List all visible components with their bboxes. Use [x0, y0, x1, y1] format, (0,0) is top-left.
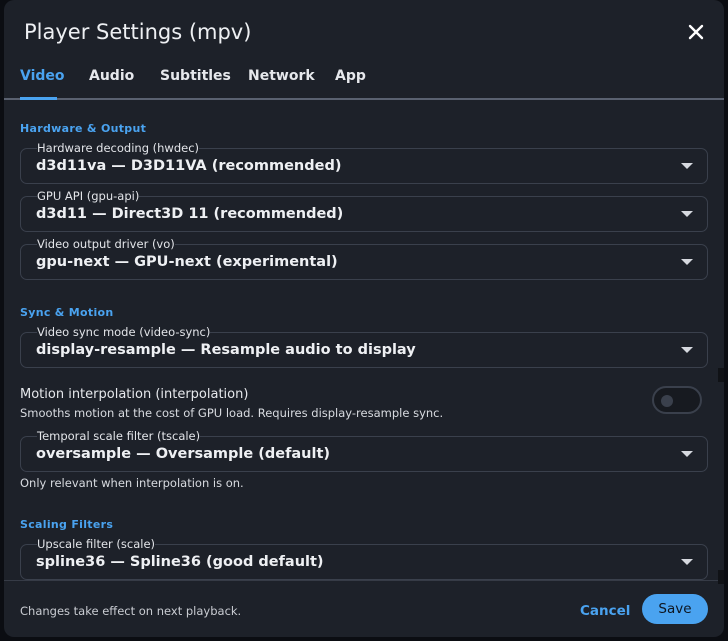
tab-network[interactable]: Network	[248, 68, 315, 84]
tab-app[interactable]: App	[335, 68, 366, 84]
interpolation-toggle[interactable]	[652, 386, 702, 414]
chevron-down-icon	[681, 347, 693, 353]
tscale-value: oversample — Oversample (default)	[36, 446, 331, 462]
video-sync-value: display-resample — Resample audio to dis…	[36, 342, 416, 358]
tabs-divider	[4, 98, 724, 100]
vo-select[interactable]: Video output driver (vo) gpu-next — GPU-…	[20, 237, 708, 280]
tab-audio[interactable]: Audio	[89, 68, 134, 84]
dialog-title: Player Settings (mpv)	[24, 20, 252, 44]
section-sync-motion: Sync & Motion	[20, 306, 114, 319]
scale-caption: Upscale filter (scale)	[37, 537, 156, 551]
tab-subtitles[interactable]: Subtitles	[160, 68, 231, 84]
tscale-note: Only relevant when interpolation is on.	[20, 476, 244, 490]
close-icon[interactable]	[686, 22, 706, 42]
cancel-button[interactable]: Cancel	[580, 603, 630, 619]
active-tab-indicator	[20, 97, 57, 100]
video-sync-caption: Video sync mode (video-sync)	[37, 325, 211, 339]
chevron-down-icon	[681, 211, 693, 217]
vo-value: gpu-next — GPU-next (experimental)	[36, 254, 338, 270]
interpolation-description: Smooths motion at the cost of GPU load. …	[20, 406, 444, 420]
hwdec-caption: Hardware decoding (hwdec)	[37, 141, 200, 155]
scale-value: spline36 — Spline36 (good default)	[36, 554, 324, 570]
section-hardware-output: Hardware & Output	[20, 122, 147, 135]
scrollbar-handle[interactable]	[718, 570, 724, 584]
hwdec-select[interactable]: Hardware decoding (hwdec) d3d11va — D3D1…	[20, 141, 708, 184]
video-sync-select[interactable]: Video sync mode (video-sync) display-res…	[20, 325, 708, 368]
vo-caption: Video output driver (vo)	[37, 237, 175, 251]
gpu-api-select[interactable]: GPU API (gpu-api) d3d11 — Direct3D 11 (r…	[20, 189, 708, 232]
section-scaling-filters: Scaling Filters	[20, 518, 114, 531]
scale-select[interactable]: Upscale filter (scale) spline36 — Spline…	[20, 537, 708, 580]
save-button[interactable]: Save	[642, 594, 708, 624]
footer-divider	[4, 580, 724, 581]
settings-dialog: Player Settings (mpv) Video Audio Subtit…	[4, 0, 724, 637]
gpu-api-caption: GPU API (gpu-api)	[37, 189, 140, 203]
interpolation-title: Motion interpolation (interpolation)	[20, 387, 249, 402]
footer-note: Changes take effect on next playback.	[20, 604, 242, 618]
chevron-down-icon	[681, 451, 693, 457]
tscale-select[interactable]: Temporal scale filter (tscale) oversampl…	[20, 429, 708, 472]
tab-video[interactable]: Video	[20, 68, 65, 84]
chevron-down-icon	[681, 259, 693, 265]
chevron-down-icon	[681, 559, 693, 565]
hwdec-value: d3d11va — D3D11VA (recommended)	[36, 158, 342, 174]
tab-bar: Video Audio Subtitles Network App	[4, 60, 724, 100]
toggle-knob	[661, 395, 673, 407]
gpu-api-value: d3d11 — Direct3D 11 (recommended)	[36, 206, 344, 222]
scrollbar-handle[interactable]	[718, 368, 724, 382]
tscale-caption: Temporal scale filter (tscale)	[37, 429, 201, 443]
chevron-down-icon	[681, 163, 693, 169]
